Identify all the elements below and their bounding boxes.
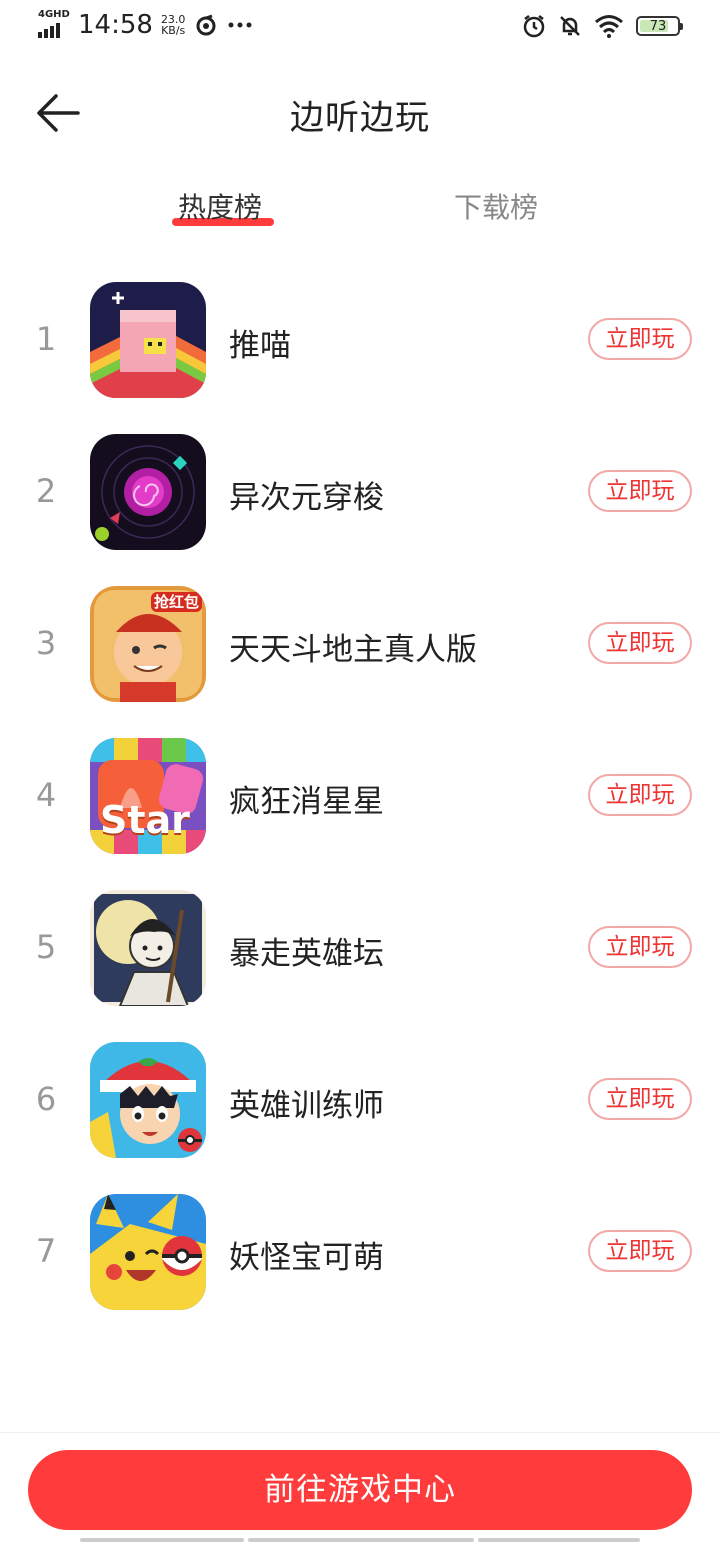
game-icon [90, 434, 206, 550]
play-now-button[interactable]: 立即玩 [588, 470, 692, 512]
play-now-button[interactable]: 立即玩 [588, 622, 692, 664]
list-item[interactable]: 1 推喵 立即玩 [0, 280, 720, 400]
list-item[interactable]: 4 Star 疯狂消星星 立即玩 [0, 736, 720, 856]
game-icon [90, 1194, 206, 1310]
rank-number: 6 [35, 1080, 57, 1118]
page-title: 边听边玩 [290, 98, 430, 138]
battery-level: 73 [649, 18, 667, 34]
header: 边听边玩 [0, 72, 720, 156]
play-now-button[interactable]: 立即玩 [588, 1078, 692, 1120]
tab-hot-ranking[interactable]: 热度榜 [178, 186, 262, 226]
sync-icon [196, 14, 216, 36]
footer-divider [0, 1432, 720, 1433]
network-speed: 23.0 KB/s [160, 13, 186, 37]
nav-gesture-bar [478, 1538, 640, 1542]
rank-number: 1 [35, 320, 57, 358]
list-item[interactable]: 3 抢红包 天天斗地主真人版 立即玩 [0, 584, 720, 704]
ranking-tabs: 热度榜 下载榜 [0, 186, 720, 246]
game-name: 异次元穿梭 [229, 480, 384, 516]
game-name: 推喵 [229, 328, 291, 364]
badge-red-packet: 抢红包 [150, 592, 202, 612]
play-now-button[interactable]: 立即玩 [588, 926, 692, 968]
rank-number: 5 [35, 928, 57, 966]
list-item[interactable]: 6 英雄训练师 立即玩 [0, 1040, 720, 1160]
game-name: 天天斗地主真人版 [229, 632, 477, 668]
cellular-signal-icon: 4GHD [38, 10, 72, 40]
badge-star: Star [100, 798, 190, 842]
game-icon [90, 282, 206, 398]
play-now-button[interactable]: 立即玩 [588, 1230, 692, 1272]
game-icon: 抢红包 [90, 586, 206, 702]
rank-number: 2 [35, 472, 57, 510]
tab-download-ranking[interactable]: 下载榜 [454, 186, 538, 226]
network-type: 4GHD [38, 9, 70, 20]
more-icon [228, 22, 252, 28]
list-item[interactable]: 5 暴走英雄坛 立即玩 [0, 888, 720, 1008]
play-now-button[interactable]: 立即玩 [588, 318, 692, 360]
game-name: 妖怪宝可萌 [229, 1240, 384, 1276]
nav-gesture-bar [248, 1538, 474, 1542]
mute-bell-icon [560, 16, 580, 36]
battery-icon: 73 [636, 16, 683, 36]
nav-gesture-bar [80, 1538, 244, 1542]
game-name: 暴走英雄坛 [229, 936, 384, 972]
status-bar: 4GHD 14:58 23.0 KB/s 73 [0, 0, 720, 56]
game-name: 疯狂消星星 [229, 784, 384, 820]
play-now-button[interactable]: 立即玩 [588, 774, 692, 816]
game-name: 英雄训练师 [229, 1088, 384, 1124]
go-to-game-center-button[interactable]: 前往游戏中心 [28, 1450, 692, 1530]
list-item[interactable]: 7 妖怪宝可萌 立即玩 [0, 1192, 720, 1312]
rank-number: 4 [35, 776, 57, 814]
clock: 14:58 [78, 10, 153, 40]
rank-number: 3 [35, 624, 57, 662]
alarm-icon [523, 15, 545, 38]
game-icon [90, 1042, 206, 1158]
game-icon [90, 890, 206, 1006]
list-item[interactable]: 2 异次元穿梭 立即玩 [0, 432, 720, 552]
game-icon: Star [90, 738, 206, 854]
wifi-icon [595, 15, 623, 38]
rank-number: 7 [35, 1232, 57, 1270]
